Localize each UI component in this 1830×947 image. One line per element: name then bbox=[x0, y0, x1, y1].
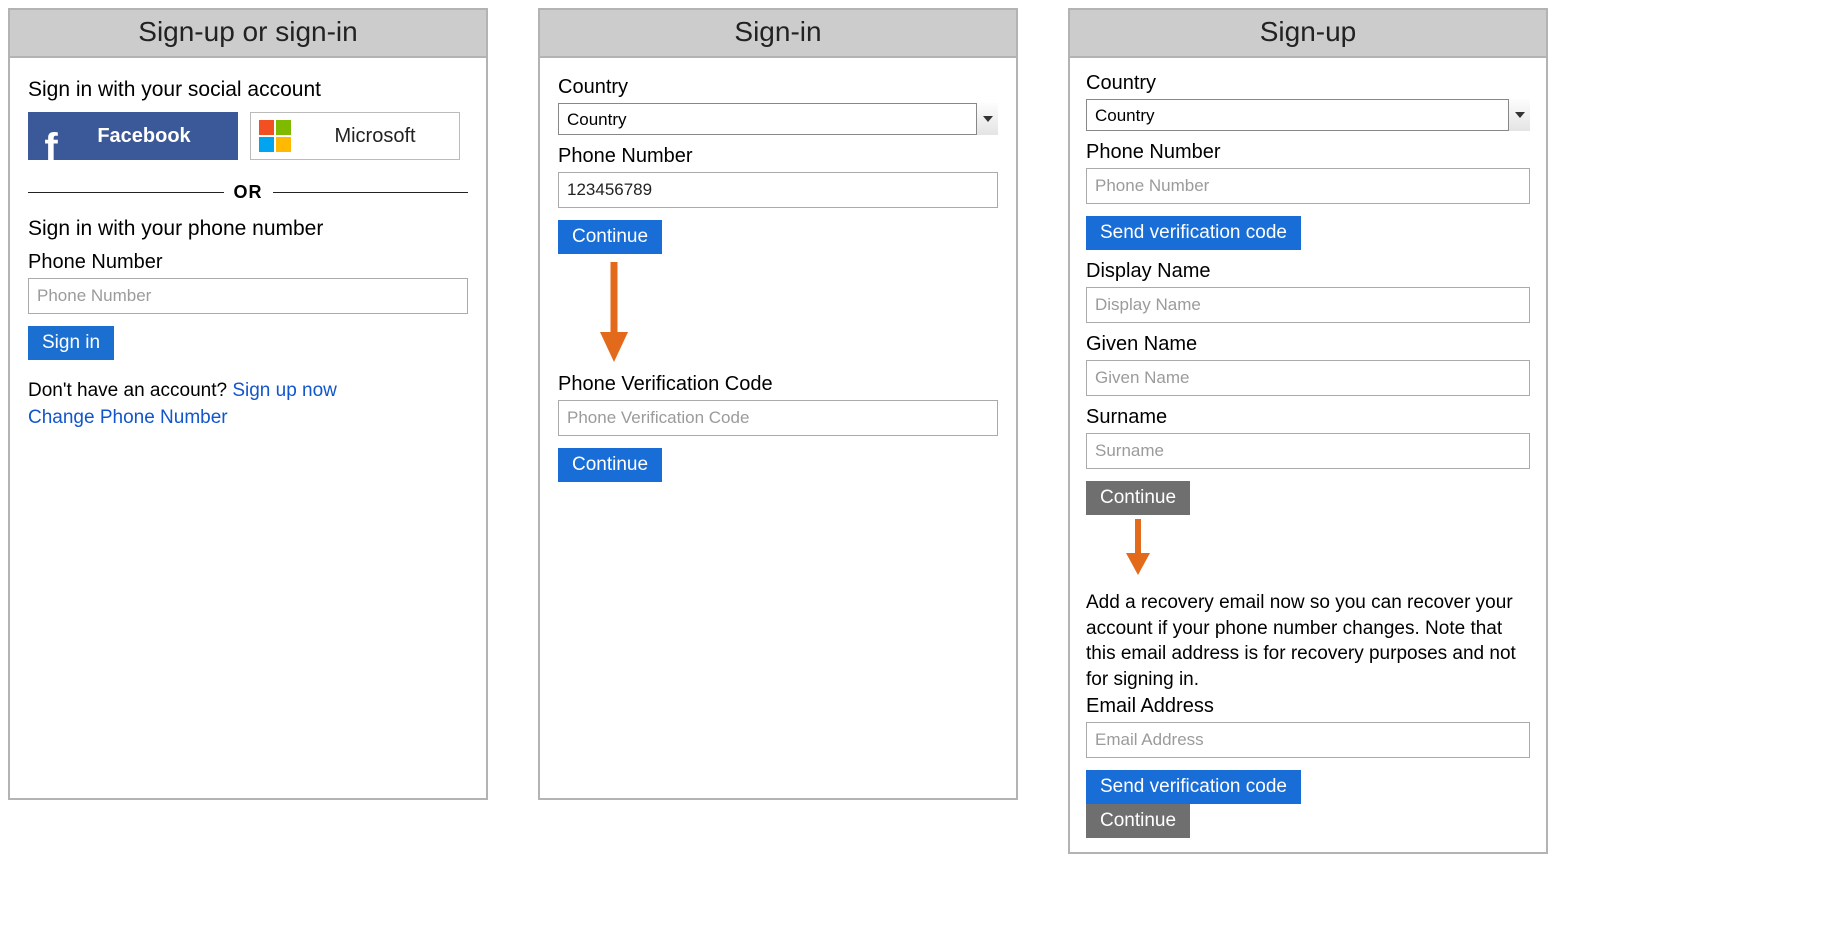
or-text: OR bbox=[224, 182, 273, 203]
continue-button-2[interactable]: Continue bbox=[1086, 804, 1190, 838]
email-input[interactable] bbox=[1086, 722, 1530, 758]
change-phone-link[interactable]: Change Phone Number bbox=[28, 407, 228, 428]
signup-signin-panel: Sign-up or sign-in Sign in with your soc… bbox=[8, 8, 488, 800]
send-code-button[interactable]: Send verification code bbox=[1086, 216, 1301, 250]
display-name-input[interactable] bbox=[1086, 287, 1530, 323]
email-label: Email Address bbox=[1086, 695, 1530, 718]
display-name-label: Display Name bbox=[1086, 260, 1530, 283]
signup-now-link[interactable]: Sign up now bbox=[232, 380, 337, 401]
phone-label: Phone Number bbox=[28, 251, 468, 274]
country-select[interactable]: Country bbox=[558, 103, 998, 135]
country-label: Country bbox=[1086, 72, 1530, 95]
panel-title: Sign-up or sign-in bbox=[10, 10, 486, 58]
surname-label: Surname bbox=[1086, 406, 1530, 429]
phone-input[interactable] bbox=[28, 278, 468, 314]
verification-code-input[interactable] bbox=[558, 400, 998, 436]
facebook-label: Facebook bbox=[73, 125, 237, 148]
arrow-down-icon bbox=[600, 262, 998, 367]
or-divider: OR bbox=[28, 182, 468, 203]
microsoft-icon bbox=[259, 120, 291, 152]
continue-button[interactable]: Continue bbox=[1086, 481, 1190, 515]
social-heading: Sign in with your social account bbox=[28, 78, 468, 102]
microsoft-button[interactable]: Microsoft bbox=[250, 112, 460, 160]
facebook-icon: f bbox=[29, 114, 73, 158]
country-select[interactable]: Country bbox=[1086, 99, 1530, 131]
facebook-button[interactable]: f Facebook bbox=[28, 112, 238, 160]
panel-title: Sign-up bbox=[1070, 10, 1546, 58]
microsoft-label: Microsoft bbox=[291, 125, 459, 148]
phone-input[interactable] bbox=[558, 172, 998, 208]
phone-input[interactable] bbox=[1086, 168, 1530, 204]
arrow-down-icon bbox=[1126, 519, 1530, 580]
panel-title: Sign-in bbox=[540, 10, 1016, 58]
signup-panel: Sign-up Country Country Phone Number Sen… bbox=[1068, 8, 1548, 854]
country-label: Country bbox=[558, 76, 998, 99]
surname-input[interactable] bbox=[1086, 433, 1530, 469]
continue-button-2[interactable]: Continue bbox=[558, 448, 662, 482]
recovery-email-text: Add a recovery email now so you can reco… bbox=[1086, 590, 1530, 693]
continue-button[interactable]: Continue bbox=[558, 220, 662, 254]
phone-label: Phone Number bbox=[558, 145, 998, 168]
no-account-text: Don't have an account? bbox=[28, 380, 232, 401]
verification-code-label: Phone Verification Code bbox=[558, 373, 998, 396]
signin-button[interactable]: Sign in bbox=[28, 326, 114, 360]
phone-label: Phone Number bbox=[1086, 141, 1530, 164]
given-name-label: Given Name bbox=[1086, 333, 1530, 356]
signin-panel: Sign-in Country Country Phone Number Con… bbox=[538, 8, 1018, 800]
given-name-input[interactable] bbox=[1086, 360, 1530, 396]
phone-heading: Sign in with your phone number bbox=[28, 217, 468, 241]
